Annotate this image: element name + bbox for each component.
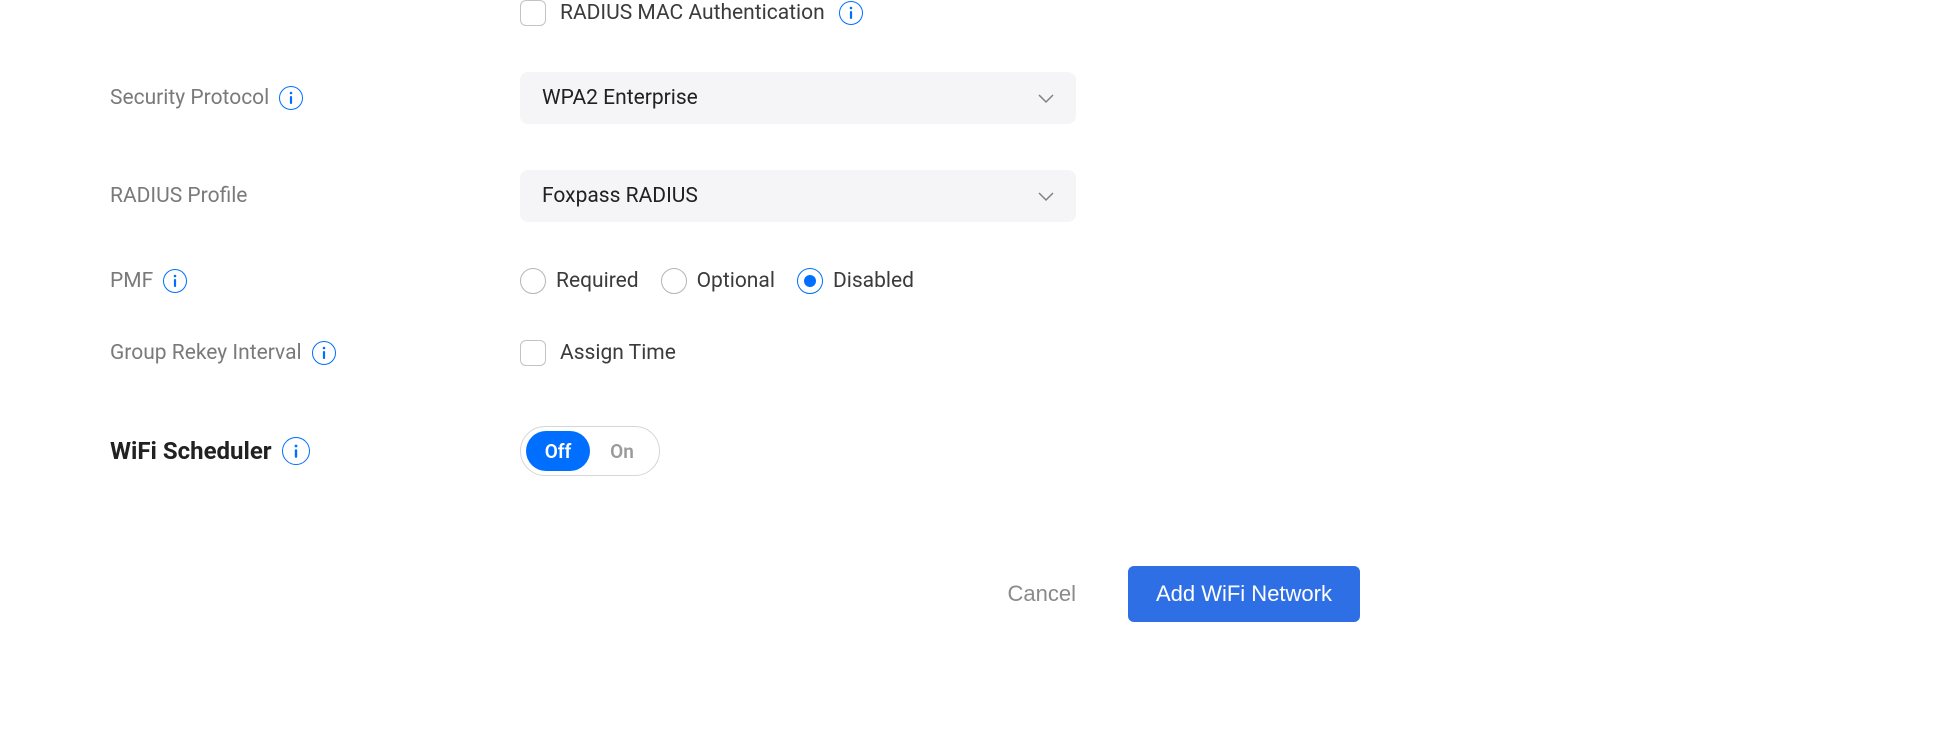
security-protocol-value: WPA2 Enterprise bbox=[542, 86, 698, 110]
security-protocol-select[interactable]: WPA2 Enterprise bbox=[520, 72, 1076, 124]
info-icon[interactable] bbox=[163, 269, 187, 293]
radius-profile-label: RADIUS Profile bbox=[110, 184, 247, 208]
pmf-radio-group: Required Optional Disabled bbox=[520, 268, 914, 294]
radius-profile-value: Foxpass RADIUS bbox=[542, 184, 698, 208]
radius-mac-label: RADIUS MAC Authentication bbox=[560, 1, 825, 25]
pmf-optional-radio[interactable] bbox=[661, 268, 687, 294]
security-protocol-label-col: Security Protocol bbox=[110, 86, 520, 110]
pmf-label-col: PMF bbox=[110, 269, 520, 293]
wifi-scheduler-toggle[interactable]: Off On bbox=[520, 426, 660, 476]
radius-mac-auth-row: RADIUS MAC Authentication bbox=[110, 0, 1954, 26]
security-protocol-input-col: WPA2 Enterprise bbox=[520, 72, 1076, 124]
assign-time-label: Assign Time bbox=[560, 341, 676, 365]
group-rekey-row: Group Rekey Interval Assign Time bbox=[110, 340, 1954, 366]
pmf-disabled-radio[interactable] bbox=[797, 268, 823, 294]
assign-time-checkbox[interactable] bbox=[520, 340, 546, 366]
pmf-disabled-option[interactable]: Disabled bbox=[797, 268, 914, 294]
info-icon[interactable] bbox=[839, 1, 863, 25]
scheduler-on-button[interactable]: On bbox=[590, 431, 654, 471]
pmf-required-radio[interactable] bbox=[520, 268, 546, 294]
group-rekey-label: Group Rekey Interval bbox=[110, 341, 302, 365]
pmf-disabled-label: Disabled bbox=[833, 269, 914, 293]
pmf-required-label: Required bbox=[556, 269, 639, 293]
radius-profile-select[interactable]: Foxpass RADIUS bbox=[520, 170, 1076, 222]
security-protocol-label: Security Protocol bbox=[110, 86, 269, 110]
security-protocol-row: Security Protocol WPA2 Enterprise bbox=[110, 72, 1954, 124]
group-rekey-label-col: Group Rekey Interval bbox=[110, 341, 520, 365]
group-rekey-input-col: Assign Time bbox=[520, 340, 676, 366]
add-wifi-network-button[interactable]: Add WiFi Network bbox=[1128, 566, 1360, 622]
scheduler-off-button[interactable]: Off bbox=[526, 431, 590, 471]
wifi-scheduler-row: WiFi Scheduler Off On bbox=[110, 426, 1954, 476]
pmf-required-option[interactable]: Required bbox=[520, 268, 639, 294]
radius-mac-input-col: RADIUS MAC Authentication bbox=[520, 0, 863, 26]
info-icon[interactable] bbox=[312, 341, 336, 365]
info-icon[interactable] bbox=[279, 86, 303, 110]
radius-profile-label-col: RADIUS Profile bbox=[110, 184, 520, 208]
pmf-label: PMF bbox=[110, 269, 153, 293]
wifi-scheduler-input-col: Off On bbox=[520, 426, 660, 476]
radius-mac-checkbox[interactable] bbox=[520, 0, 546, 26]
pmf-row: PMF Required Optional Disabled bbox=[110, 268, 1954, 294]
radius-profile-input-col: Foxpass RADIUS bbox=[520, 170, 1076, 222]
pmf-optional-label: Optional bbox=[697, 269, 775, 293]
pmf-optional-option[interactable]: Optional bbox=[661, 268, 775, 294]
radius-profile-row: RADIUS Profile Foxpass RADIUS bbox=[110, 170, 1954, 222]
wifi-settings-form: RADIUS MAC Authentication Security Proto… bbox=[0, 0, 1954, 622]
info-icon[interactable] bbox=[282, 437, 310, 465]
chevron-down-icon bbox=[1038, 184, 1054, 208]
form-actions: Cancel Add WiFi Network bbox=[110, 566, 1360, 622]
cancel-button[interactable]: Cancel bbox=[1007, 581, 1075, 607]
wifi-scheduler-label-col: WiFi Scheduler bbox=[110, 437, 520, 465]
pmf-input-col: Required Optional Disabled bbox=[520, 268, 914, 294]
chevron-down-icon bbox=[1038, 86, 1054, 110]
wifi-scheduler-label: WiFi Scheduler bbox=[110, 437, 272, 465]
